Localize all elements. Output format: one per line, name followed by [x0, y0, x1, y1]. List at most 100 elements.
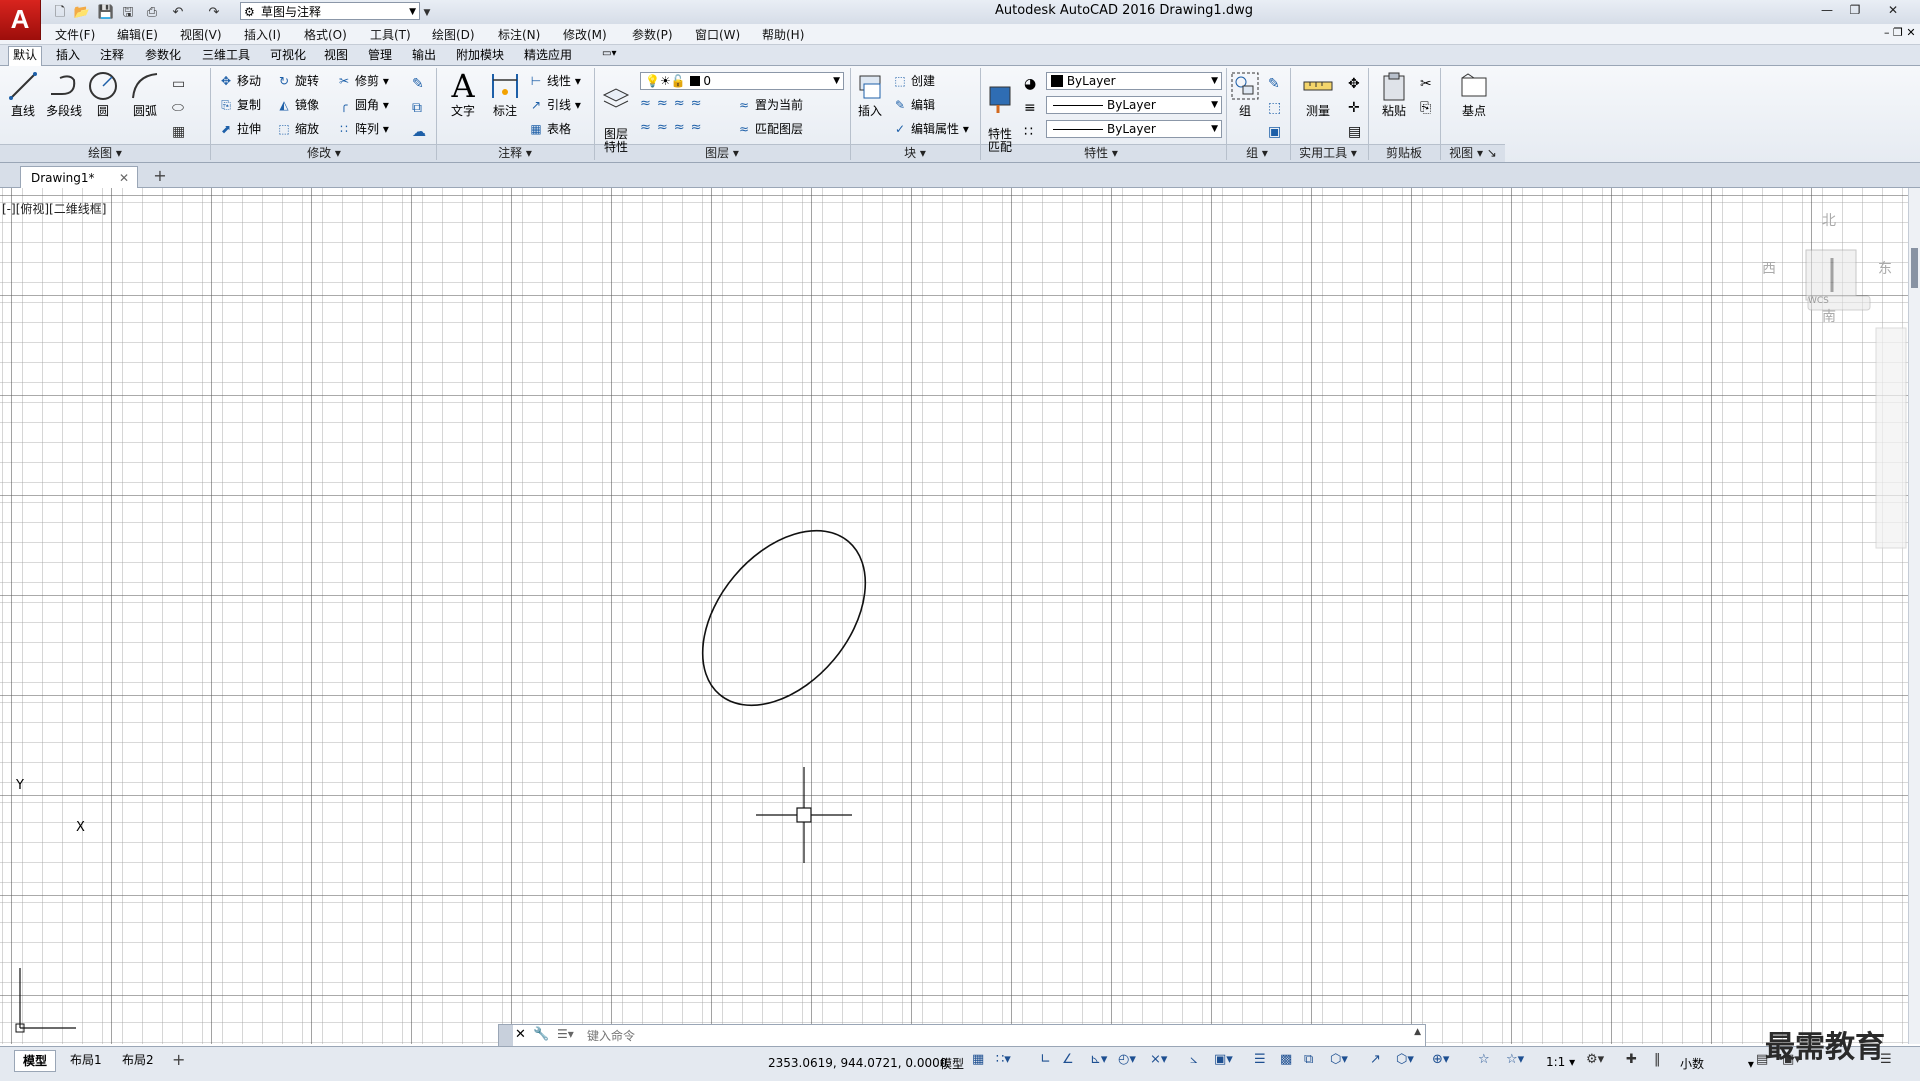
menu-draw[interactable]: 绘图(D) [432, 26, 475, 43]
tab-featured-apps[interactable]: 精选应用 [520, 47, 576, 63]
menu-help[interactable]: 帮助(H) [762, 26, 804, 43]
open-icon[interactable]: 📂 [72, 3, 92, 23]
dynamic-input-icon[interactable]: ▣▾ [1214, 1052, 1233, 1067]
tab-layout1[interactable]: 布局1 [62, 1050, 110, 1070]
tab-3d-tools[interactable]: 三维工具 [198, 47, 254, 63]
fillet-button[interactable]: ╭ 圆角 ▾ [336, 95, 388, 115]
block-panel-title[interactable]: 块 ▾ [850, 145, 980, 161]
line-button[interactable]: 直线 [6, 70, 40, 119]
menu-insert[interactable]: 插入(I) [244, 26, 281, 43]
create-block-button[interactable]: ⬚ 创建 [892, 71, 935, 91]
annotation-scale[interactable]: 1:1 ▾ [1546, 1055, 1575, 1069]
selection-filter-icon[interactable]: ⬡▾ [1396, 1052, 1414, 1067]
measure-button[interactable]: 测量 [1298, 70, 1338, 119]
doc-window-controls[interactable]: – ❐ ✕ [1884, 26, 1916, 39]
restore-button[interactable]: ❐ [1842, 1, 1868, 19]
menu-file[interactable]: 文件(F) [55, 26, 95, 43]
groups-panel-title[interactable]: 组 ▾ [1226, 145, 1288, 161]
3d-osnap-icon[interactable]: ⬡▾ [1330, 1052, 1348, 1067]
menu-edit[interactable]: 编辑(E) [117, 26, 158, 43]
annotation-visibility-icon[interactable]: ☆ [1478, 1052, 1490, 1067]
workspace-select[interactable]: ⚙ 草图与注释 ▼ [240, 2, 420, 20]
auto-scale-icon[interactable]: ☆▾ [1506, 1052, 1524, 1067]
move-button[interactable]: ✥ 移动 [218, 71, 261, 91]
layers-panel-title[interactable]: 图层 ▾ [594, 145, 850, 161]
clipboard-panel-title[interactable]: 剪贴板 [1368, 145, 1440, 161]
transparency-icon[interactable]: ▩ [1280, 1052, 1292, 1067]
tab-home[interactable]: 默认 [8, 46, 43, 66]
quick-access-customize-icon[interactable]: ▼ [420, 3, 434, 23]
scroll-thumb[interactable] [1911, 248, 1918, 288]
tab-output[interactable]: 输出 [408, 47, 440, 63]
viewcube-wcs[interactable]: WCS [1808, 296, 1829, 306]
layer-tools-row2[interactable]: ≈≈≈≈ [640, 120, 708, 135]
vertical-scrollbar[interactable] [1908, 188, 1920, 1044]
dimension-button[interactable]: 标注 [488, 70, 522, 119]
new-tab-button[interactable]: + [150, 168, 170, 186]
edit-block-button[interactable]: ✎ 编辑 [892, 95, 935, 115]
layer-dropdown[interactable]: 💡☀🔓 0 ▼ [640, 72, 844, 90]
units-dropdown[interactable]: 小数 ▾ [1680, 1055, 1754, 1072]
leader-button[interactable]: ↗ 引线 ▾ [528, 95, 581, 115]
command-history-icon[interactable]: ▲ [1414, 1027, 1421, 1037]
close-command-line-icon[interactable]: ✕ [515, 1027, 526, 1042]
add-layout-button[interactable]: + [172, 1050, 185, 1069]
saveas-icon[interactable]: 🖫 [118, 3, 138, 23]
gizmo-icon[interactable]: ⊕▾ [1432, 1052, 1449, 1067]
viewport-controls-label[interactable]: [-][俯视][二维线框] [2, 200, 106, 217]
draw-small-tools[interactable]: ▭ ⬭ ▦ [172, 72, 185, 144]
lineweight-toggle-icon[interactable]: ☰ [1254, 1052, 1266, 1067]
selection-cycling-icon[interactable]: ⧉ [1304, 1052, 1313, 1067]
viewcube-north[interactable]: 北 [1822, 210, 1836, 230]
menu-format[interactable]: 格式(O) [304, 26, 347, 43]
set-current-layer-button[interactable]: ≈ 置为当前 [736, 95, 803, 115]
object-snap-tracking-icon[interactable]: ◴▾ [1118, 1052, 1136, 1067]
tab-view[interactable]: 视图 [320, 47, 352, 63]
ribbon-toggle-icon[interactable]: ▭▾ [602, 48, 616, 59]
modify-panel-title[interactable]: 修改 ▾ [212, 145, 436, 161]
command-line-grip[interactable] [499, 1025, 513, 1047]
mirror-button[interactable]: ◭ 镜像 [276, 95, 319, 115]
arc-button[interactable]: 圆弧 [126, 70, 164, 119]
close-button[interactable]: ✕ [1880, 1, 1906, 19]
document-tab[interactable]: Drawing1* ✕ [20, 166, 138, 188]
stretch-button[interactable]: ⬈ 拉伸 [218, 119, 261, 139]
tab-layout2[interactable]: 布局2 [114, 1050, 162, 1070]
group-tools[interactable]: ✎ ⬚ ▣ [1268, 72, 1281, 144]
group-button[interactable]: 组 [1228, 70, 1262, 119]
menu-modify[interactable]: 修改(M) [563, 26, 607, 43]
viewcube-south[interactable]: 南 [1822, 306, 1836, 326]
properties-panel-title[interactable]: 特性 ▾ [980, 145, 1222, 161]
dynamic-ucs-toggle-icon[interactable]: ↗ [1370, 1052, 1381, 1067]
array-button[interactable]: ∷ 阵列 ▾ [336, 119, 389, 139]
menu-window[interactable]: 窗口(W) [695, 26, 740, 43]
object-snap-icon[interactable]: ⨯▾ [1150, 1052, 1167, 1067]
drawing-canvas[interactable]: Y X 北 南 东 西 WCS [0, 188, 1908, 1044]
paste-button[interactable]: 粘贴 [1376, 70, 1412, 119]
layer-properties-button[interactable]: 图层 特性 [598, 70, 634, 154]
tab-manage[interactable]: 管理 [364, 47, 396, 63]
insert-block-button[interactable]: 插入 [852, 70, 888, 119]
draw-panel-title[interactable]: 绘图 ▾ [0, 145, 210, 161]
viewcube-east[interactable]: 东 [1878, 258, 1892, 278]
application-menu-button[interactable]: A [0, 0, 41, 40]
modify-extra-tools[interactable]: ✎ ⧉ ☁ [412, 72, 426, 144]
tab-parametric[interactable]: 参数化 [141, 47, 185, 63]
table-button[interactable]: ▦ 表格 [528, 119, 571, 139]
save-icon[interactable]: 💾 [96, 3, 116, 23]
annotation-panel-title[interactable]: 注释 ▾ [436, 145, 594, 161]
layer-tools-row1[interactable]: ≈≈≈≈ [640, 96, 708, 111]
dynamic-ucs-icon[interactable]: ⦣ [1190, 1052, 1197, 1067]
close-tab-icon[interactable]: ✕ [119, 167, 129, 189]
clipboard-tools[interactable]: ✂ ⎘ [1420, 72, 1432, 120]
match-layer-button[interactable]: ≈ 匹配图层 [736, 119, 803, 139]
model-space-toggle[interactable]: 模型 [940, 1055, 964, 1072]
text-button[interactable]: A 文字 [446, 70, 480, 119]
command-prompt-icon[interactable]: ☰▾ [557, 1027, 574, 1041]
viewcube-west[interactable]: 西 [1762, 258, 1776, 278]
circle-button[interactable]: 圆 [86, 70, 120, 119]
scale-button[interactable]: ⬚ 缩放 [276, 119, 319, 139]
navigation-bar[interactable] [1875, 327, 1907, 549]
trim-button[interactable]: ✂ 修剪 ▾ [336, 71, 389, 91]
tab-addins[interactable]: 附加模块 [452, 47, 508, 63]
